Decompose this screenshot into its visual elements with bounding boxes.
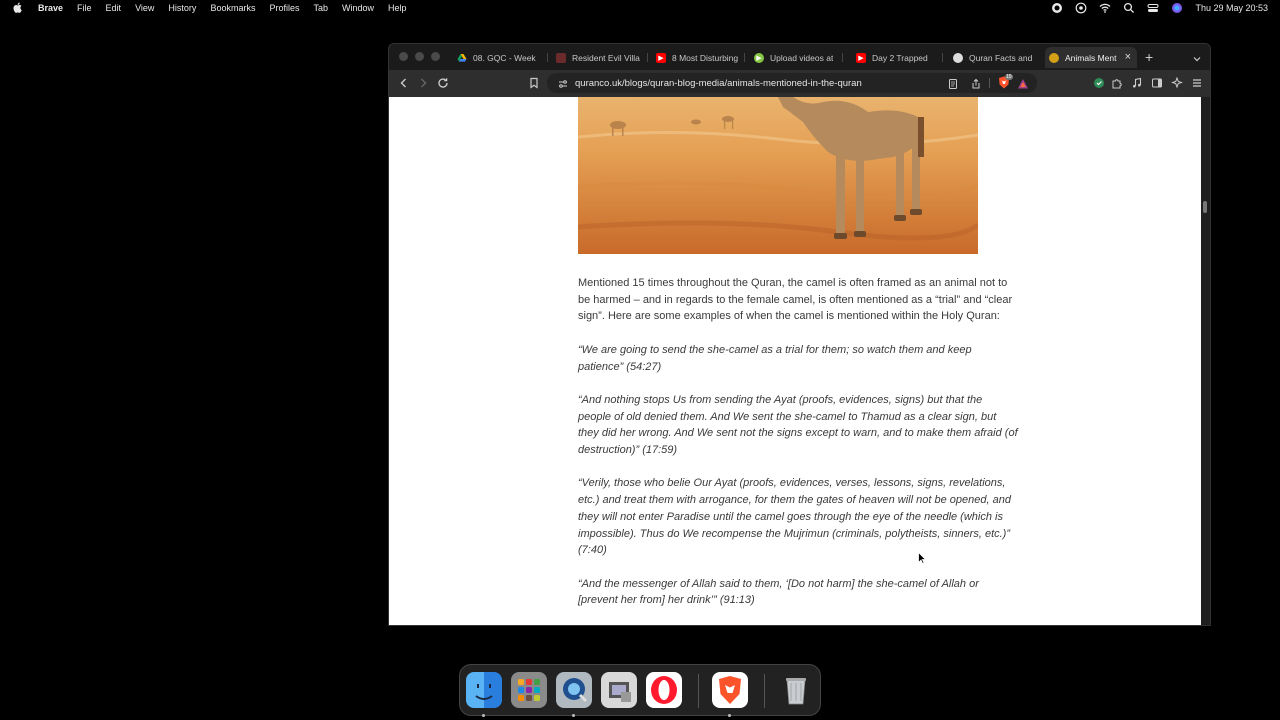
- menu-help[interactable]: Help: [388, 3, 407, 13]
- minimize-window-button[interactable]: [415, 52, 424, 61]
- close-tab-icon[interactable]: ×: [1125, 51, 1131, 63]
- article-intro-paragraph: Mentioned 15 times throughout the Quran,…: [578, 277, 1013, 323]
- browser-window: 08. GQC - Week Resident Evil Villa ▶ 8 M…: [388, 43, 1211, 626]
- quran-icon: [1049, 52, 1059, 63]
- tab-gqc-week[interactable]: 08. GQC - Week: [453, 47, 545, 68]
- running-indicator: [572, 714, 575, 717]
- siri-icon[interactable]: [1171, 2, 1183, 14]
- toolbar: quranco.uk/blogs/quran-blog-media/animal…: [389, 70, 1210, 97]
- tab-separator: [547, 53, 548, 62]
- tab-animals-mentioned[interactable]: Animals Menti ×: [1045, 47, 1137, 68]
- address-bar[interactable]: quranco.uk/blogs/quran-blog-media/animal…: [547, 73, 1037, 93]
- launchpad-icon[interactable]: [511, 672, 547, 708]
- extensions-icon[interactable]: [1110, 76, 1124, 90]
- control-center-icon[interactable]: [1147, 2, 1159, 14]
- tab-separator: [744, 53, 745, 62]
- dock-separator: [764, 674, 765, 708]
- web-page: Mentioned 15 times throughout the Quran,…: [389, 97, 1201, 625]
- apple-icon[interactable]: [12, 2, 24, 14]
- quran-quote: “And nothing stops Us from sending the A…: [578, 393, 1018, 456]
- opera-icon[interactable]: [646, 672, 682, 708]
- camel-desert-image: [578, 97, 978, 254]
- dock: [459, 664, 821, 717]
- article-body: Mentioned 15 times throughout the Quran,…: [578, 275, 1018, 625]
- zoom-window-button[interactable]: [431, 52, 440, 61]
- window-controls: [399, 52, 440, 61]
- youtube-icon: ▶: [656, 52, 666, 63]
- reload-icon[interactable]: [436, 76, 450, 90]
- menu-file[interactable]: File: [77, 3, 92, 13]
- music-icon[interactable]: [1130, 76, 1144, 90]
- running-indicator: [482, 714, 485, 717]
- extension-puzzle-icon[interactable]: [1092, 76, 1106, 90]
- menu-bar: Brave File Edit View History Bookmarks P…: [0, 0, 1280, 15]
- finder-icon[interactable]: [466, 672, 502, 717]
- divider: [989, 78, 990, 88]
- reader-mode-icon[interactable]: [947, 77, 959, 89]
- tab-upload-videos[interactable]: ▶ Upload videos at: [750, 47, 840, 68]
- quran-quote: “And the messenger of Allah said to them…: [578, 577, 979, 607]
- scrollbar-thumb[interactable]: [1203, 201, 1207, 213]
- record-icon[interactable]: [1051, 2, 1063, 14]
- game-icon: [556, 52, 566, 63]
- page-scrollbar[interactable]: [1201, 97, 1210, 625]
- play-circle-icon[interactable]: [1075, 2, 1087, 14]
- globe-icon: [953, 52, 963, 63]
- menu-bookmarks[interactable]: Bookmarks: [210, 3, 255, 13]
- brave-icon[interactable]: [712, 672, 748, 717]
- new-tab-button[interactable]: +: [1145, 49, 1153, 65]
- menu-history[interactable]: History: [168, 3, 196, 13]
- quicktime-icon[interactable]: [556, 672, 592, 717]
- menu-window[interactable]: Window: [342, 3, 374, 13]
- tab-separator: [942, 53, 943, 62]
- drive-icon: [457, 53, 467, 63]
- preview-icon[interactable]: [601, 672, 637, 708]
- menu-view[interactable]: View: [135, 3, 154, 13]
- chevron-down-icon[interactable]: [1192, 51, 1202, 62]
- menubar-clock[interactable]: Thu 29 May 20:53: [1195, 3, 1268, 13]
- forward-icon[interactable]: [416, 76, 430, 90]
- sidebar-icon[interactable]: [1150, 76, 1164, 90]
- mouse-cursor-icon: [918, 551, 927, 565]
- tab-separator: [647, 53, 648, 62]
- tab-day-2-trapped[interactable]: ▶ Day 2 Trapped: [852, 47, 940, 68]
- youtube-icon: ▶: [856, 52, 866, 63]
- menu-profiles[interactable]: Profiles: [269, 3, 299, 13]
- shields-count-badge: 10: [1005, 74, 1013, 80]
- back-icon[interactable]: [397, 76, 411, 90]
- tab-resident-evil[interactable]: Resident Evil Villa: [552, 47, 644, 68]
- wifi-icon[interactable]: [1099, 2, 1111, 14]
- leo-ai-icon[interactable]: [1170, 76, 1184, 90]
- tab-most-disturbing[interactable]: ▶ 8 Most Disturbing: [652, 47, 742, 68]
- quran-quote: “Verily, those who belie Our Ayat (proof…: [578, 477, 1011, 557]
- menu-icon[interactable]: [1190, 76, 1204, 90]
- dock-separator: [698, 674, 699, 708]
- trash-icon[interactable]: [778, 672, 814, 708]
- site-settings-icon[interactable]: [557, 77, 569, 89]
- tab-separator: [842, 53, 843, 62]
- brave-rewards-icon[interactable]: [1017, 77, 1029, 89]
- menu-app-name[interactable]: Brave: [38, 3, 63, 13]
- share-icon[interactable]: [970, 77, 982, 89]
- quran-quote: “We are going to send the she-camel as a…: [578, 343, 972, 373]
- search-icon[interactable]: [1123, 2, 1135, 14]
- bookmark-icon[interactable]: [527, 76, 541, 90]
- url-text[interactable]: quranco.uk/blogs/quran-blog-media/animal…: [575, 78, 862, 89]
- brave-shields-icon[interactable]: 10: [998, 74, 1013, 89]
- close-window-button[interactable]: [399, 52, 408, 61]
- running-indicator: [728, 714, 731, 717]
- rumble-icon: ▶: [754, 52, 764, 63]
- tab-bar: 08. GQC - Week Resident Evil Villa ▶ 8 M…: [389, 44, 1210, 70]
- menu-edit[interactable]: Edit: [106, 3, 122, 13]
- menu-tab[interactable]: Tab: [313, 3, 328, 13]
- tab-quran-facts[interactable]: Quran Facts and: [949, 47, 1037, 68]
